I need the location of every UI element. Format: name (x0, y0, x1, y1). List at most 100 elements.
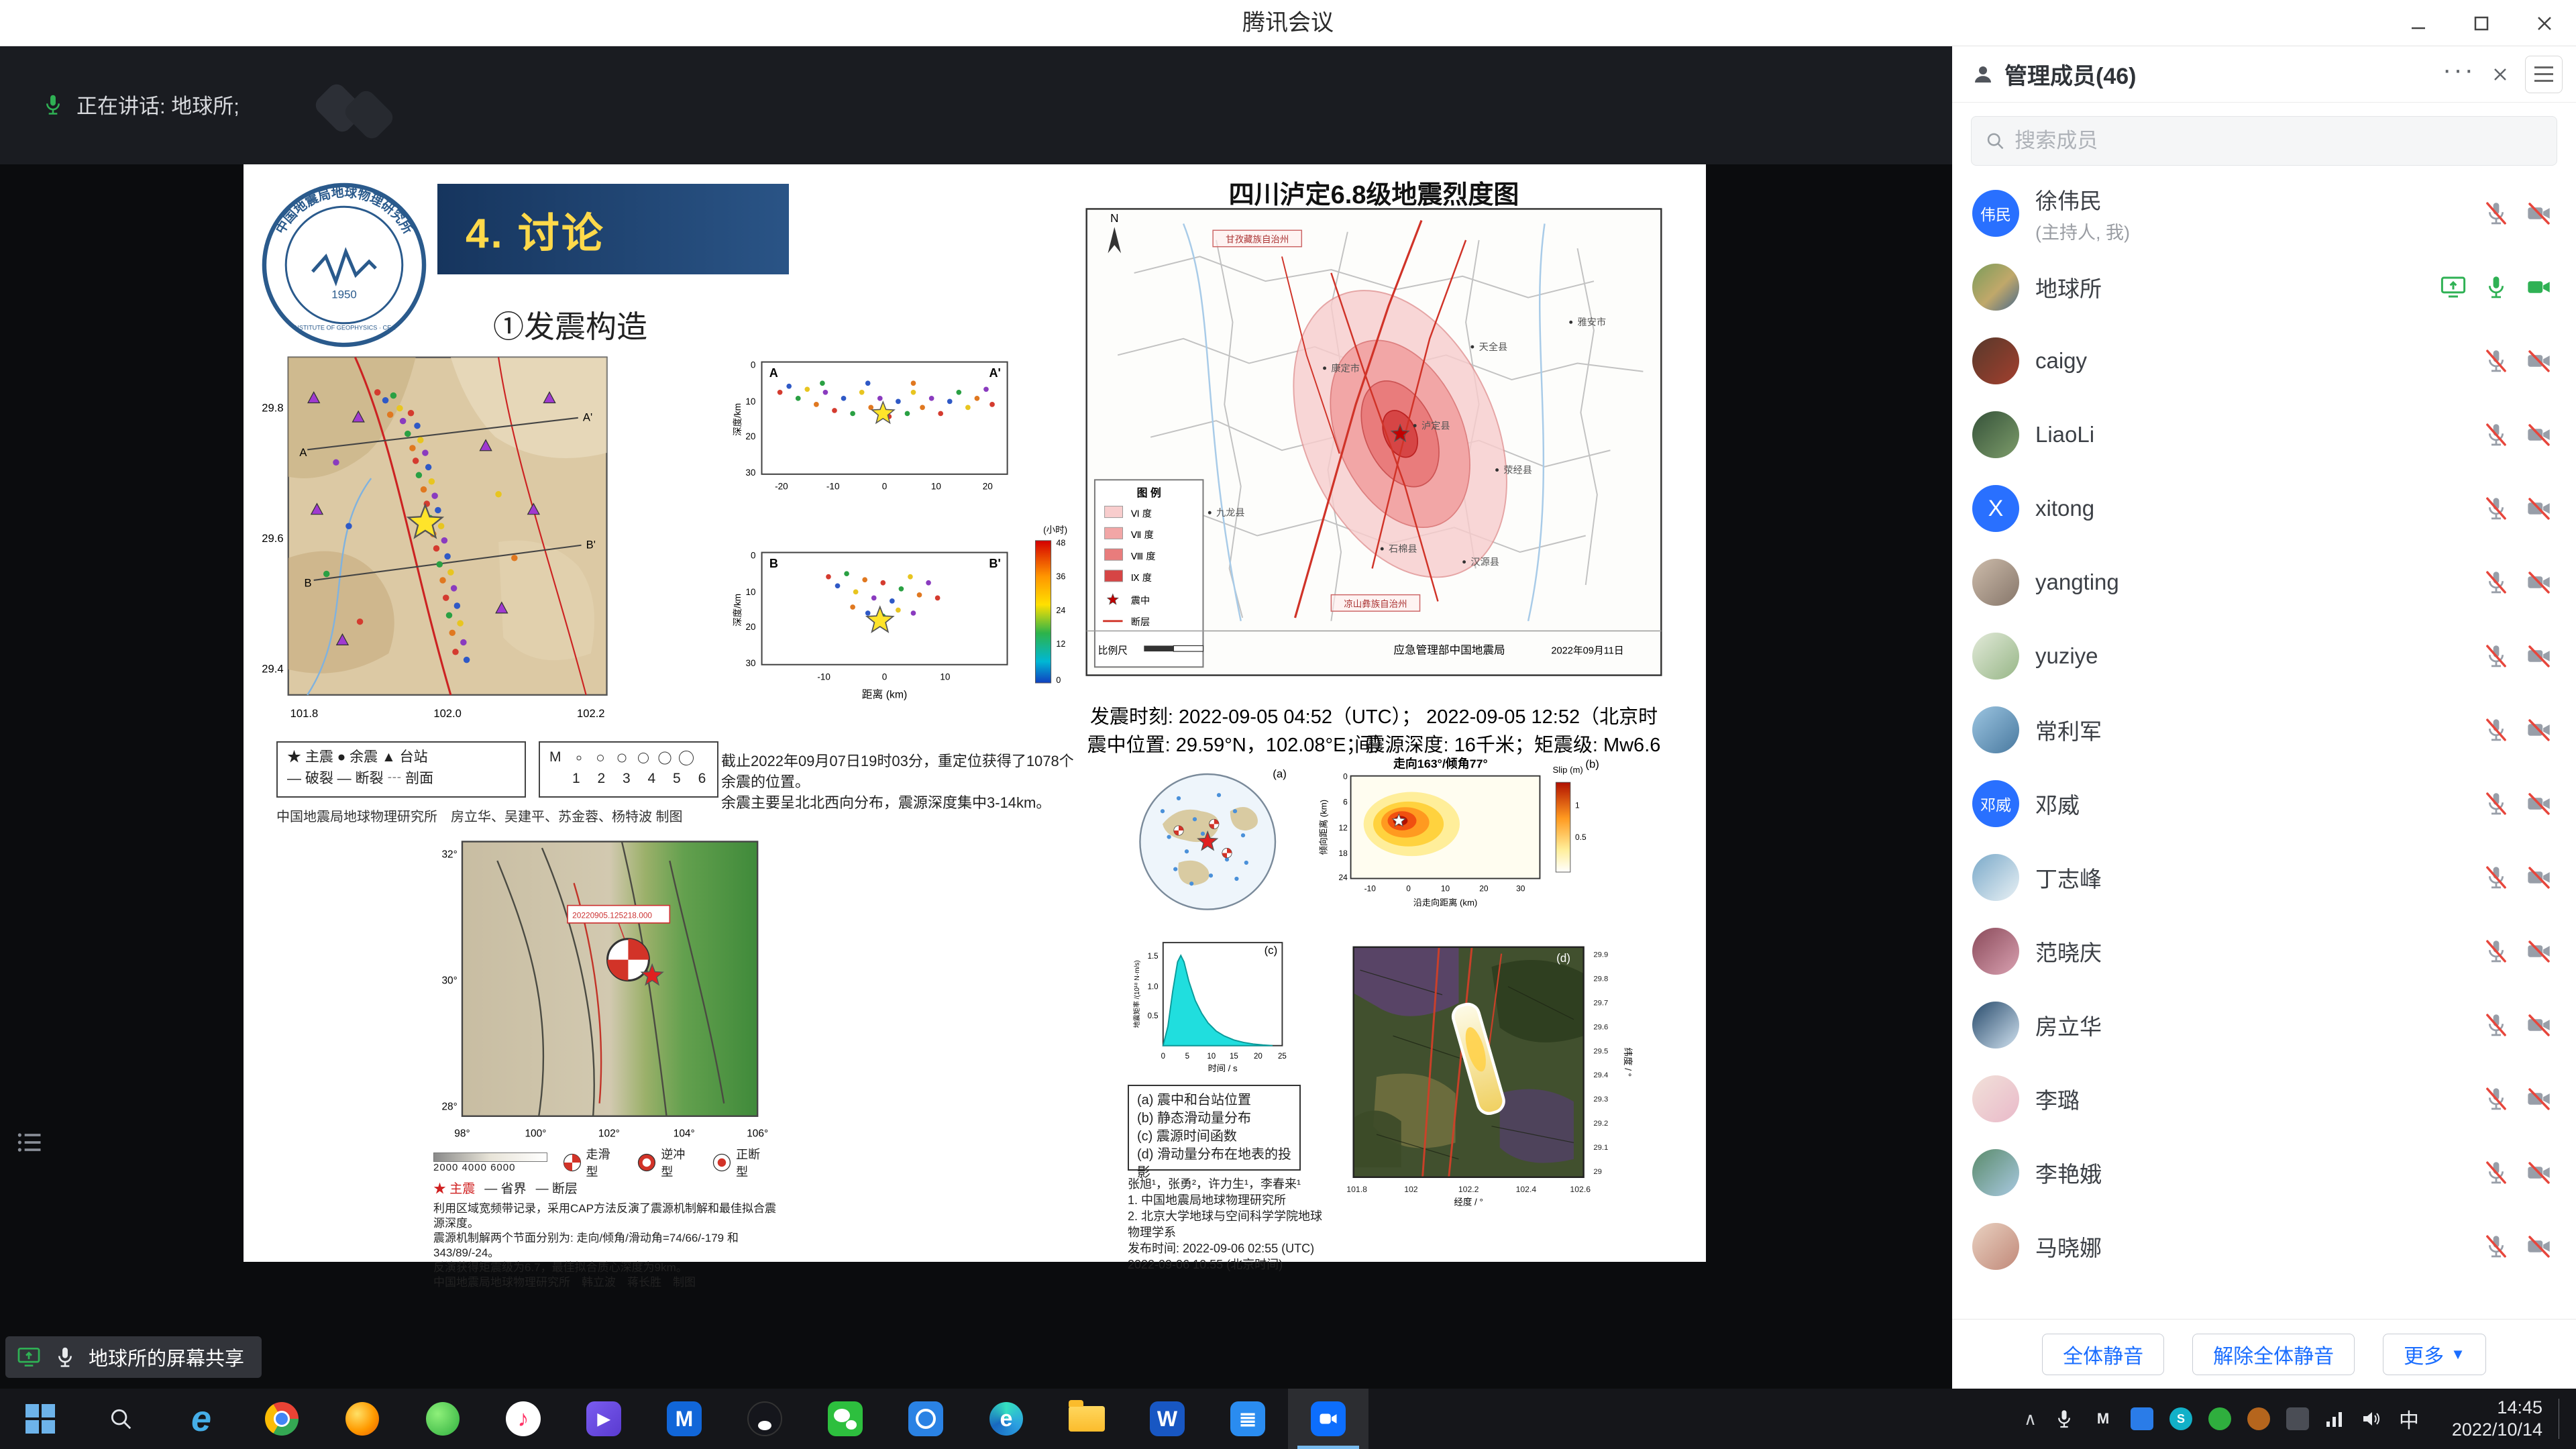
taskbar-app-chrome[interactable] (241, 1389, 322, 1449)
taskbar-app-mail[interactable] (644, 1389, 724, 1449)
member-row[interactable]: yangting (1952, 545, 2576, 619)
start-button[interactable] (0, 1389, 80, 1449)
members-panel: 管理成员(46) ··· 伟民 徐伟民(主持人, 我) 地球所 (1952, 46, 2576, 1389)
member-row[interactable]: 范晓庆 (1952, 914, 2576, 988)
mic-muted-icon[interactable] (2482, 937, 2510, 965)
camera-off-icon[interactable] (2525, 716, 2553, 744)
mic-muted-icon[interactable] (2482, 716, 2510, 744)
volume-icon[interactable] (2361, 1409, 2383, 1428)
member-row[interactable]: caigy (1952, 324, 2576, 398)
mic-muted-icon[interactable] (2482, 1011, 2510, 1039)
member-search-input[interactable] (2015, 129, 2543, 153)
more-button[interactable]: 更多▼ (2383, 1334, 2486, 1375)
mic-muted-icon[interactable] (2482, 863, 2510, 892)
screen-share-badge[interactable]: 地球所的屏幕共享 (5, 1336, 262, 1378)
camera-off-icon[interactable] (2525, 568, 2553, 596)
member-row[interactable]: 马晓娜 (1952, 1210, 2576, 1283)
taskbar-app-word[interactable] (1127, 1389, 1208, 1449)
mic-muted-icon[interactable] (2482, 1085, 2510, 1113)
panel-close-icon[interactable] (2490, 64, 2510, 85)
mic-on-icon[interactable] (2482, 273, 2510, 301)
tray-mic-icon[interactable] (2053, 1407, 2076, 1430)
legend-row: ★ 主震 ● 余震 ▲ 台站 (287, 747, 515, 768)
camera-off-icon[interactable] (2525, 642, 2553, 670)
camera-on-icon[interactable] (2525, 273, 2553, 301)
mic-muted-icon[interactable] (2482, 347, 2510, 375)
tray-icon-meeting[interactable] (2131, 1407, 2153, 1430)
camera-off-icon[interactable] (2525, 937, 2553, 965)
taskbar-app-browser360[interactable] (402, 1389, 483, 1449)
mute-all-button[interactable]: 全体静音 (2042, 1334, 2164, 1375)
member-row[interactable]: X xitong (1952, 472, 2576, 545)
member-row[interactable]: 李艳娥 (1952, 1136, 2576, 1210)
mic-muted-icon[interactable] (2482, 199, 2510, 227)
mic-muted-icon[interactable] (2482, 1159, 2510, 1187)
axis-label: 深度/km (733, 403, 743, 436)
network-icon[interactable] (2325, 1409, 2345, 1428)
show-desktop-button[interactable] (2559, 1399, 2565, 1439)
screen-sharing-icon[interactable] (2439, 273, 2467, 301)
camera-off-icon[interactable] (2525, 790, 2553, 818)
tray-icon-green[interactable] (2208, 1407, 2231, 1430)
member-row[interactable]: 伟民 徐伟民(主持人, 我) (1952, 176, 2576, 250)
mic-muted-icon[interactable] (2482, 421, 2510, 449)
member-row[interactable]: LiaoLi (1952, 398, 2576, 472)
member-row[interactable]: 地球所 (1952, 250, 2576, 324)
taskbar-app-firefox[interactable] (322, 1389, 402, 1449)
taskbar-app-video[interactable] (564, 1389, 644, 1449)
close-button[interactable] (2513, 0, 2576, 46)
taskbar-app-qq[interactable] (724, 1389, 805, 1449)
member-row[interactable]: yuziye (1952, 619, 2576, 693)
taskbar-app-explorer[interactable] (1046, 1389, 1127, 1449)
camera-off-icon[interactable] (2525, 1159, 2553, 1187)
axis-tick-label: 0 (1161, 1053, 1165, 1061)
logo-en-text: INSTITUTE OF GEOPHYSICS · CEA (293, 325, 396, 331)
member-name: 地球所 (2035, 271, 2102, 303)
axis-tick-label: 18 (1338, 849, 1348, 858)
meeting-list-toggle[interactable] (15, 1128, 44, 1161)
axis-label: 沿走向距离 (km) (1413, 897, 1478, 908)
unmute-all-button[interactable]: 解除全体静音 (2192, 1334, 2355, 1375)
camera-off-icon[interactable] (2525, 421, 2553, 449)
taskbar-app-ie[interactable] (161, 1389, 241, 1449)
mic-muted-icon[interactable] (2482, 494, 2510, 523)
taskbar-app-wxwork[interactable] (885, 1389, 966, 1449)
camera-off-icon[interactable] (2525, 1011, 2553, 1039)
taskbar-app-music[interactable] (483, 1389, 564, 1449)
more-options-icon[interactable]: ··· (2443, 63, 2475, 86)
taskbar-app-wechat[interactable] (805, 1389, 885, 1449)
mic-muted-icon[interactable] (2482, 1232, 2510, 1260)
camera-off-icon[interactable] (2525, 199, 2553, 227)
camera-off-icon[interactable] (2525, 347, 2553, 375)
taskbar-app-docs[interactable] (1208, 1389, 1288, 1449)
tray-expand-icon[interactable]: ∧ (2024, 1409, 2037, 1430)
panel-layout-menu-button[interactable] (2525, 56, 2563, 93)
maximize-button[interactable] (2450, 0, 2513, 46)
taskbar-search-button[interactable] (80, 1389, 161, 1449)
camera-off-icon[interactable] (2525, 1232, 2553, 1260)
member-search-box[interactable] (1971, 116, 2557, 166)
avatar (1972, 411, 2019, 458)
mic-muted-icon[interactable] (2482, 568, 2510, 596)
camera-off-icon[interactable] (2525, 1085, 2553, 1113)
member-row[interactable]: 常利军 (1952, 693, 2576, 767)
mic-muted-icon[interactable] (2482, 790, 2510, 818)
taskbar-clock[interactable]: 14:45 2022/10/14 (2435, 1397, 2542, 1441)
mic-muted-icon[interactable] (2482, 642, 2510, 670)
tray-icon-misc[interactable] (2286, 1407, 2309, 1430)
member-row[interactable]: 李璐 (1952, 1062, 2576, 1136)
member-row[interactable]: 房立华 (1952, 988, 2576, 1062)
ime-indicator[interactable]: 中 (2399, 1404, 2419, 1434)
minimize-button[interactable] (2387, 0, 2450, 46)
tray-icon-m[interactable]: M (2092, 1407, 2114, 1430)
member-row[interactable]: 邓威 邓威 (1952, 767, 2576, 841)
member-row[interactable]: 丁志峰 (1952, 841, 2576, 914)
tray-icon-s[interactable]: S (2169, 1407, 2192, 1430)
member-list: 伟民 徐伟民(主持人, 我) 地球所 caigy LiaoLi X (1952, 172, 2576, 1319)
camera-off-icon[interactable] (2525, 494, 2553, 523)
camera-off-icon[interactable] (2525, 863, 2553, 892)
avatar (1972, 928, 2019, 975)
taskbar-app-edge[interactable] (966, 1389, 1046, 1449)
taskbar-app-meeting[interactable] (1288, 1389, 1368, 1449)
tray-icon-paw[interactable] (2247, 1407, 2270, 1430)
